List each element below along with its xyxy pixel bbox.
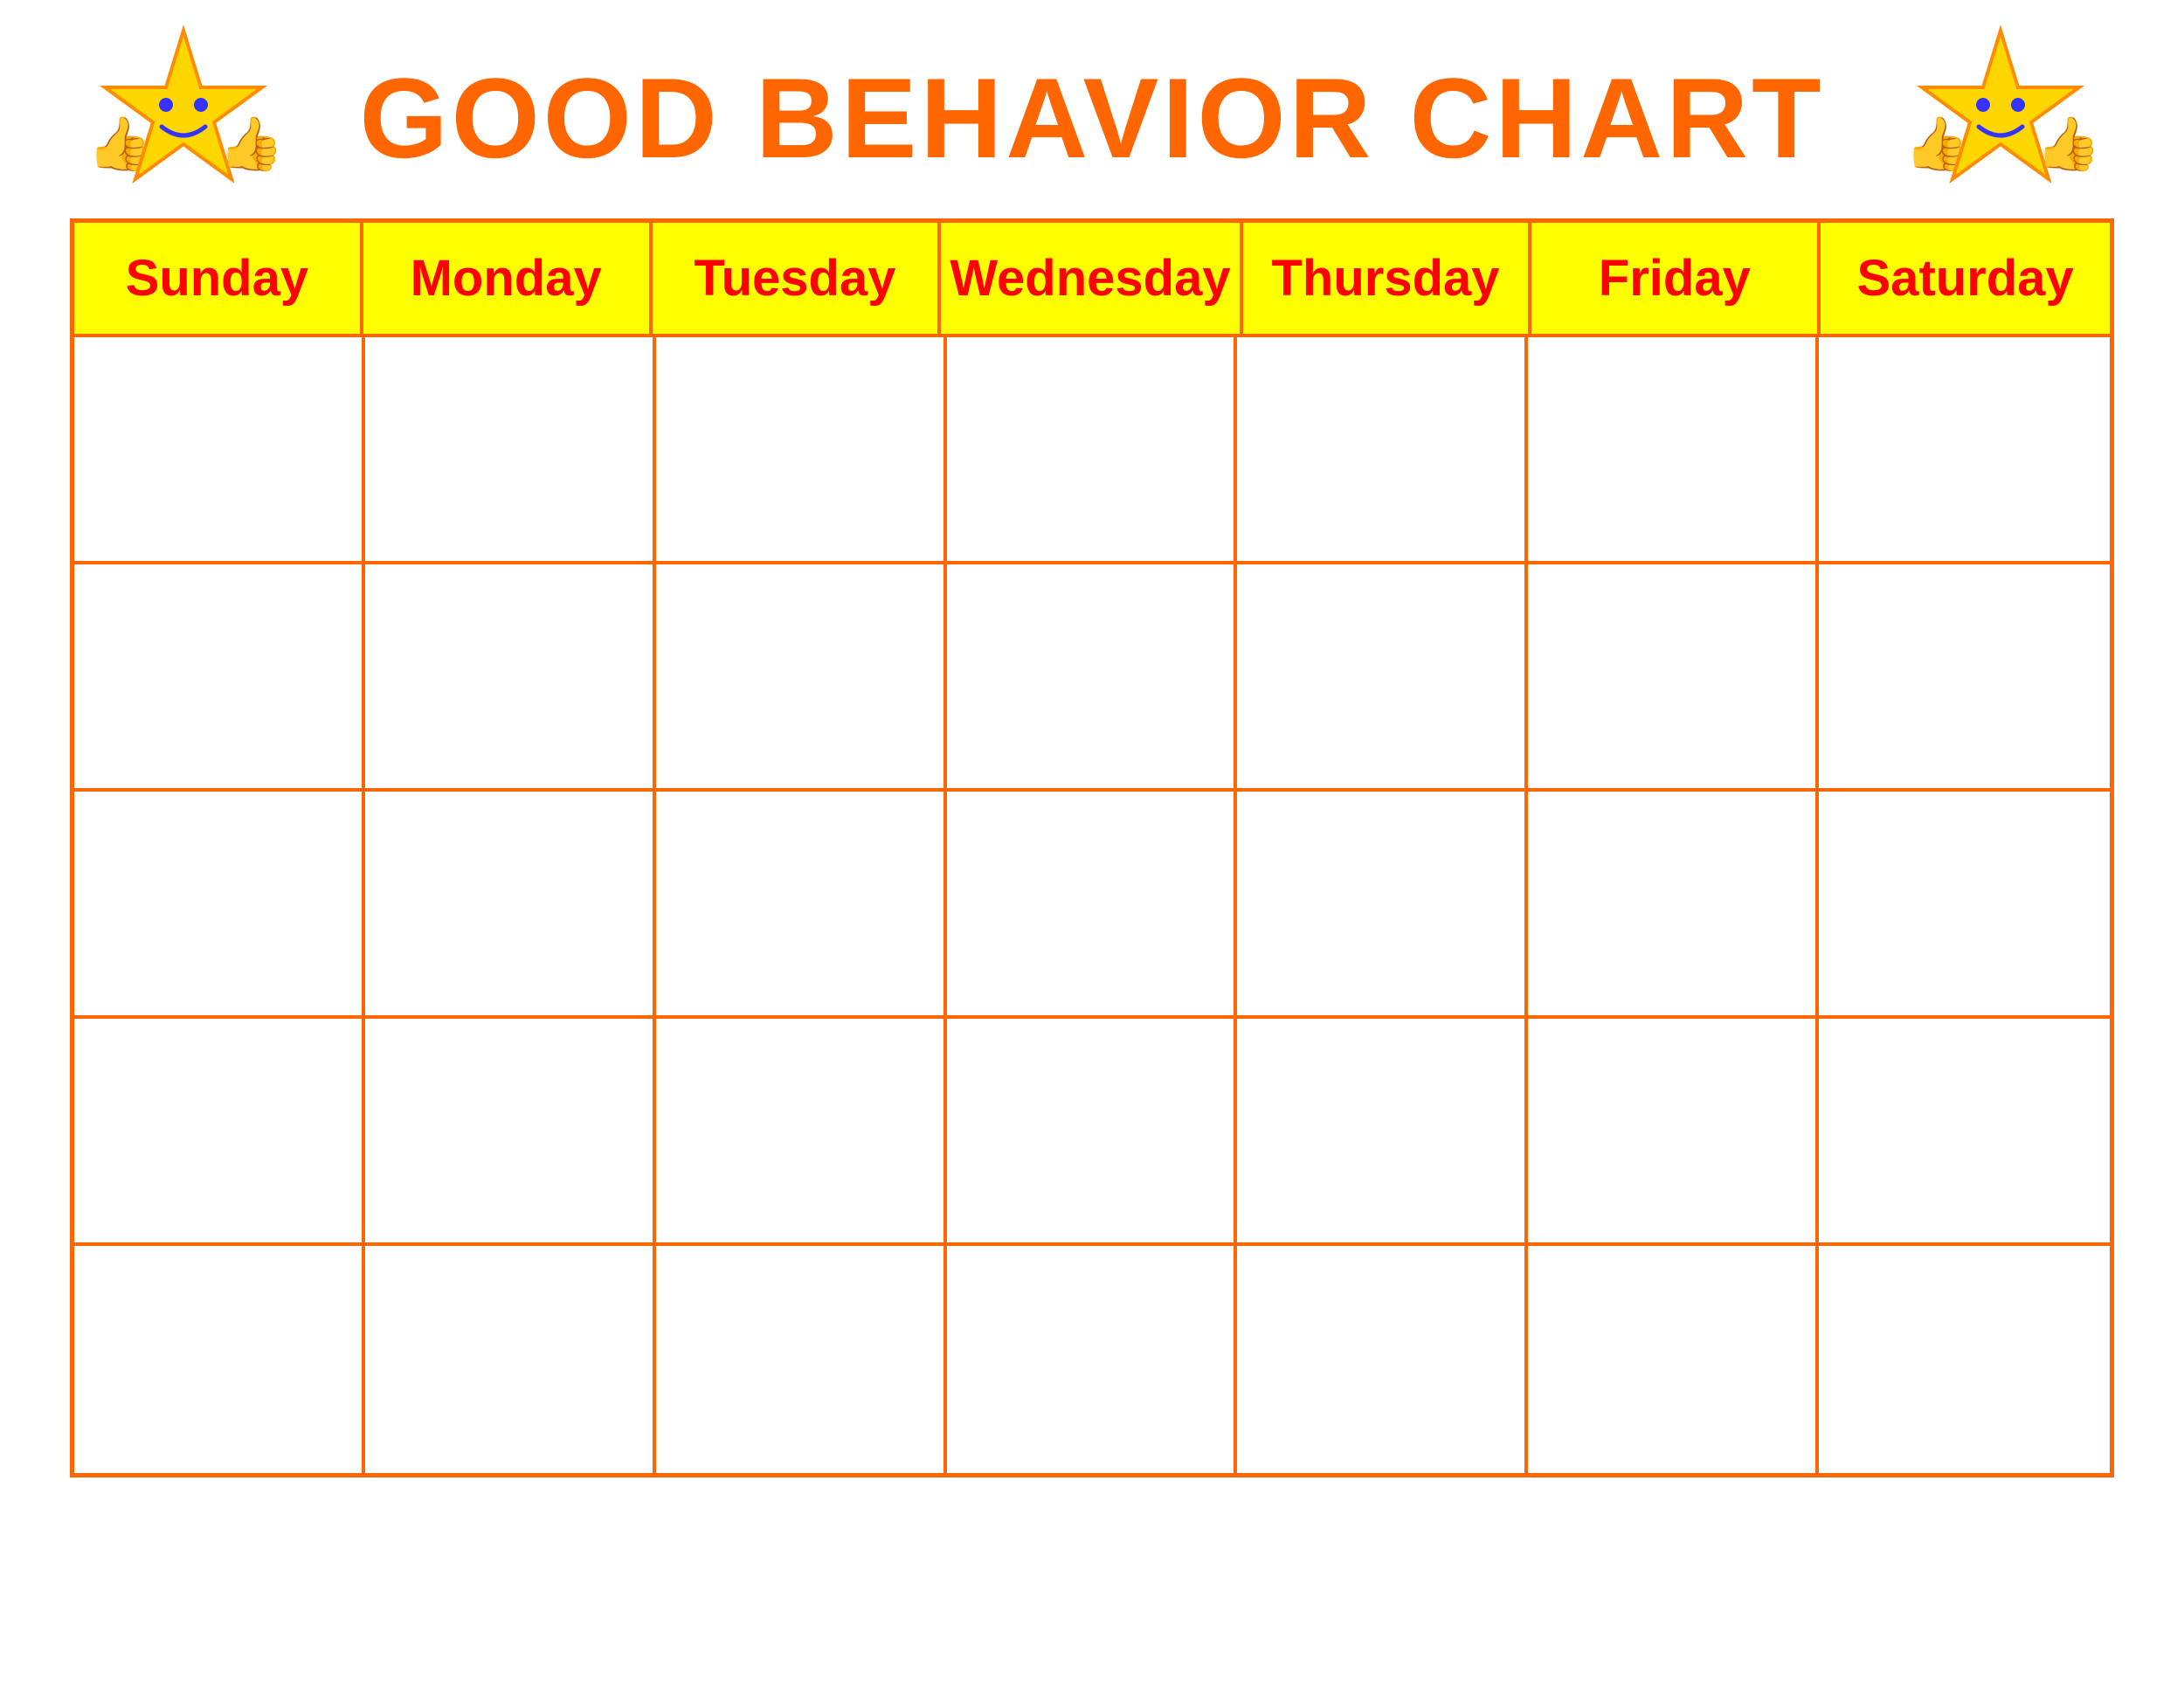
grid-cell [1528, 1019, 1819, 1242]
behavior-chart: SundayMondayTuesdayWednesdayThursdayFrid… [70, 218, 2114, 1477]
svg-text:👍: 👍 [218, 114, 280, 174]
grid-cell [947, 1246, 1238, 1473]
grid-cell [365, 337, 656, 561]
grid-cell [1819, 1019, 2110, 1242]
grid-row [74, 337, 2110, 564]
grid-cell [1237, 564, 1528, 788]
grid-cell [365, 564, 656, 788]
grid-cell [1819, 337, 2110, 561]
day-header-monday: Monday [363, 223, 653, 334]
day-header-tuesday: Tuesday [653, 223, 942, 334]
grid-cell [1237, 792, 1528, 1015]
star-icon-left: 👍 👍 [87, 22, 280, 214]
grid-cell [1528, 564, 1819, 788]
grid-cell [1819, 1246, 2110, 1473]
grid-cell [947, 1019, 1238, 1242]
grid-cell [1819, 792, 2110, 1015]
chart-grid [74, 337, 2110, 1473]
grid-cell [365, 792, 656, 1015]
grid-cell [656, 792, 947, 1015]
grid-cell [74, 792, 365, 1015]
day-header-wednesday: Wednesday [941, 223, 1242, 334]
grid-cell [1528, 337, 1819, 561]
grid-row [74, 792, 2110, 1019]
day-header-thursday: Thursday [1243, 223, 1532, 334]
grid-cell [1237, 1019, 1528, 1242]
grid-row [74, 1019, 2110, 1246]
grid-cell [1237, 337, 1528, 561]
grid-cell [365, 1019, 656, 1242]
grid-cell [656, 1019, 947, 1242]
grid-cell [74, 564, 365, 788]
grid-cell [656, 1246, 947, 1473]
grid-cell [1528, 792, 1819, 1015]
grid-cell [656, 564, 947, 788]
grid-cell [365, 1246, 656, 1473]
grid-cell [1528, 1246, 1819, 1473]
grid-cell [947, 792, 1238, 1015]
grid-cell [74, 1246, 365, 1473]
grid-cell [947, 337, 1238, 561]
star-icon-right: 👍 👍 [1904, 22, 2097, 214]
page-title: GOOD BEHAVIOR CHART [70, 52, 2114, 183]
grid-row [74, 564, 2110, 792]
grid-cell [947, 564, 1238, 788]
svg-text:👍: 👍 [2035, 114, 2097, 174]
days-header-row: SundayMondayTuesdayWednesdayThursdayFrid… [74, 223, 2110, 337]
grid-cell [74, 1019, 365, 1242]
page-header: 👍 👍 GOOD BEHAVIOR CHART 👍 👍 [70, 52, 2114, 183]
grid-cell [1819, 564, 2110, 788]
grid-cell [74, 337, 365, 561]
day-header-saturday: Saturday [1821, 223, 2110, 334]
day-header-sunday: Sunday [74, 223, 363, 334]
grid-cell [1237, 1246, 1528, 1473]
grid-row [74, 1246, 2110, 1473]
grid-cell [656, 337, 947, 561]
day-header-friday: Friday [1531, 223, 1821, 334]
